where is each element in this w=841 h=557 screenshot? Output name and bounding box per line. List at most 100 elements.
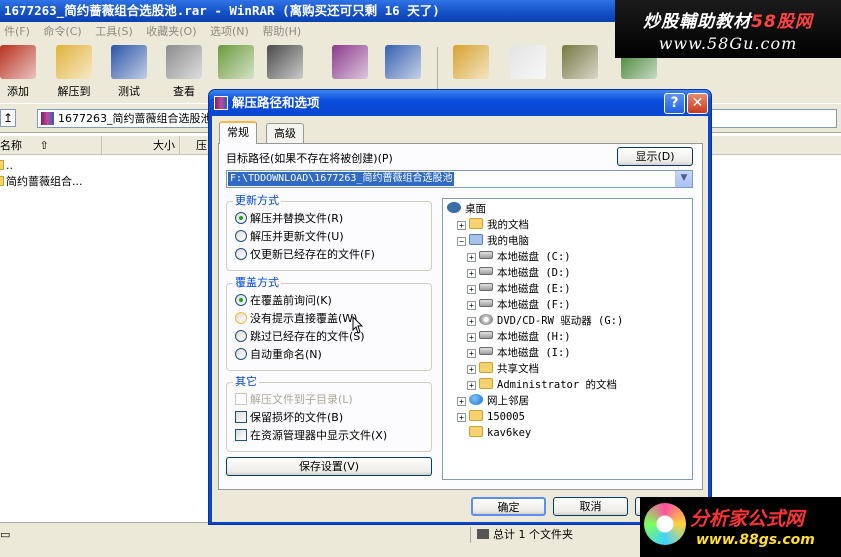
tree-node-label: 网上邻居 <box>487 395 529 407</box>
tree-node[interactable]: + 本地磁盘 (C:) <box>467 249 571 265</box>
tab-general[interactable]: 常规 <box>219 121 257 144</box>
tree-expander-icon[interactable]: + <box>467 381 476 390</box>
tree-node[interactable]: + 我的文档 <box>457 217 529 233</box>
watermark-58gu-url: www.58Gu.com <box>658 34 798 53</box>
up-folder-button[interactable]: ↥ <box>0 109 16 127</box>
radio-auto-rename[interactable]: 自动重命名(N) <box>235 347 322 363</box>
checkbox-label: 保留损坏的文件(B) <box>250 411 344 424</box>
tree-node[interactable]: + 本地磁盘 (H:) <box>467 329 571 345</box>
tree-node-label: Administrator 的文档 <box>497 379 618 391</box>
radio-skip-existing[interactable]: 跳过已经存在的文件(S) <box>235 329 365 345</box>
repair-button[interactable] <box>443 45 499 79</box>
menu-commands[interactable]: 命令(C) <box>39 22 87 41</box>
column-size[interactable]: 大小 <box>102 136 180 155</box>
dialog-titlebar[interactable]: 解压路径和选项 ? ✕ <box>209 90 711 116</box>
find-button[interactable] <box>257 45 313 79</box>
tab-advanced[interactable]: 高级 <box>266 123 304 143</box>
tree-node[interactable]: + Administrator 的文档 <box>467 377 617 393</box>
tree-expander-icon[interactable]: + <box>467 285 476 294</box>
check-extract-to-subfolder[interactable]: 解压文件到子目录(L) <box>235 392 353 408</box>
menu-help[interactable]: 帮助(H) <box>258 22 307 41</box>
radio-overwrite-without-prompt[interactable]: 没有提示直接覆盖(W) <box>235 311 357 327</box>
show-button[interactable]: 显示(D) <box>617 147 693 166</box>
hard-drive-icon <box>479 299 493 307</box>
tree-expander-icon[interactable]: + <box>467 269 476 278</box>
tree-expander-icon[interactable]: + <box>457 413 466 422</box>
column-name[interactable]: 名称 ⇧ <box>0 136 102 155</box>
status-drive-icon: ▭ <box>0 528 11 541</box>
title-close-button[interactable]: ✕ <box>687 93 708 114</box>
title-help-button[interactable]: ? <box>664 93 685 114</box>
list-item[interactable]: 简约蔷薇组合... <box>0 174 83 190</box>
radio-extract-replace[interactable]: 解压并替换文件(R) <box>235 211 343 227</box>
tree-node[interactable]: kav6key <box>457 425 531 441</box>
folder-icon <box>469 410 483 421</box>
tree-node[interactable]: − 我的电脑 <box>457 233 529 249</box>
archive-path-text: 1677263_简约蔷薇组合选股池 <box>58 112 212 125</box>
delete-icon <box>218 45 254 79</box>
column-packed-label: 压 <box>196 139 207 152</box>
wizard-button[interactable] <box>322 45 378 79</box>
tree-node-label: DVD/CD-RW 驱动器 (G:) <box>497 315 624 327</box>
info-button[interactable] <box>375 45 431 79</box>
network-icon <box>469 394 483 405</box>
status-summary: 总计 1 个文件夹 <box>470 527 573 543</box>
tree-expander-icon[interactable]: + <box>467 301 476 310</box>
tree-node-label: 150005 <box>487 411 525 423</box>
tree-node-label: 桌面 <box>465 203 486 215</box>
ok-button[interactable]: 确定 <box>471 497 546 516</box>
check-show-in-explorer[interactable]: 在资源管理器中显示文件(X) <box>235 428 387 444</box>
tree-node[interactable]: + 本地磁盘 (D:) <box>467 265 571 281</box>
shared-folder-icon <box>479 362 493 373</box>
tree-node[interactable]: + 本地磁盘 (E:) <box>467 281 571 297</box>
test-button[interactable]: 测试 <box>101 45 157 99</box>
save-settings-button[interactable]: 保存设置(V) <box>226 457 432 476</box>
chevron-down-icon[interactable]: ▼ <box>675 171 692 187</box>
extract-to-button[interactable]: 解压到 <box>46 45 102 99</box>
radio-extract-update[interactable]: 解压并更新文件(U) <box>235 229 344 245</box>
status-summary-text: 总计 1 个文件夹 <box>493 528 573 541</box>
view-button[interactable]: 查看 <box>156 45 212 99</box>
tree-expander-icon[interactable]: + <box>467 349 476 358</box>
comment-button[interactable] <box>500 45 556 79</box>
tree-node[interactable]: 桌面 <box>447 201 486 217</box>
tree-expander-icon[interactable]: + <box>457 221 466 230</box>
tree-node[interactable]: + 本地磁盘 (I:) <box>467 345 571 361</box>
check-keep-broken-files[interactable]: 保留损坏的文件(B) <box>235 410 343 426</box>
overwrite-mode-title: 覆盖方式 <box>233 276 281 290</box>
tree-node[interactable]: + 共享文档 <box>467 361 539 377</box>
list-item[interactable]: .. <box>0 158 13 174</box>
mouse-pointer-icon <box>352 316 364 334</box>
radio-ask-before-overwrite[interactable]: 在覆盖前询问(K) <box>235 293 332 309</box>
menu-favorites[interactable]: 收藏夹(O) <box>142 22 202 41</box>
watermark-88gs-url: www.88gs.com <box>696 532 815 548</box>
tree-node[interactable]: + DVD/CD-RW 驱动器 (G:) <box>467 313 623 329</box>
destination-path-combo[interactable]: F:\TDDOWNLOAD\1677263_简约蔷薇组合选股池 ▼ <box>226 170 693 188</box>
delete-button[interactable] <box>208 45 264 79</box>
menu-options[interactable]: 选项(N) <box>206 22 255 41</box>
radio-fresh-existing[interactable]: 仅更新已经存在的文件(F) <box>235 247 375 263</box>
cancel-button[interactable]: 取消 <box>553 497 628 516</box>
tree-node[interactable]: +150005 <box>457 409 525 425</box>
tree-expander-icon[interactable]: + <box>457 397 466 406</box>
tree-node-label: 本地磁盘 (I:) <box>497 347 571 359</box>
folder-icon <box>0 176 4 186</box>
radio-label: 跳过已经存在的文件(S) <box>250 330 365 343</box>
find-icon <box>267 45 303 79</box>
menu-file[interactable]: 件(F) <box>0 22 36 41</box>
dialog-title: 解压路径和选项 <box>232 95 320 110</box>
tree-expander-icon[interactable]: − <box>457 237 466 246</box>
parent-folder-icon <box>0 160 4 170</box>
tree-expander-icon[interactable]: + <box>467 317 476 326</box>
protect-button[interactable] <box>552 45 608 79</box>
folder-tree[interactable]: 桌面 + 我的文档 − 我的电脑 + 本地磁盘 (C:) + 本地磁盘 (D:) + 本地磁盘 (E… <box>442 198 693 480</box>
watermark-58gu-accent: 58股网 <box>751 12 813 32</box>
tree-expander-icon[interactable]: + <box>467 333 476 342</box>
tree-expander-icon[interactable]: + <box>467 253 476 262</box>
hard-drive-icon <box>479 251 493 259</box>
add-button[interactable]: 添加 <box>0 45 46 99</box>
menu-tools[interactable]: 工具(S) <box>91 22 139 41</box>
tree-expander-icon[interactable]: + <box>467 365 476 374</box>
tree-node[interactable]: + 本地磁盘 (F:) <box>467 297 571 313</box>
tree-node[interactable]: + 网上邻居 <box>457 393 529 409</box>
